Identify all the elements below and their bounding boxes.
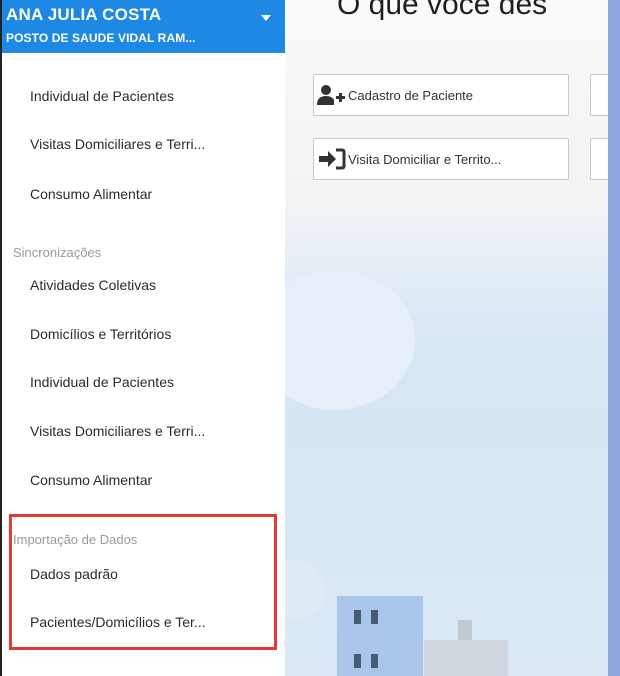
window [354, 610, 361, 624]
cloud-illustration-small [285, 560, 325, 620]
window [354, 654, 361, 668]
sidebar-item-consumo-alimentar[interactable]: Consumo Alimentar [30, 186, 152, 202]
building-illustration-low [424, 640, 508, 676]
sidebar-item-visitas-domiciliares[interactable]: Visitas Domiciliares e Terri... [30, 136, 205, 152]
sync-item-domicilios-territorios[interactable]: Domicílios e Territórios [30, 326, 171, 342]
sync-item-atividades-coletivas[interactable]: Atividades Coletivas [30, 277, 156, 293]
cadastro-paciente-label: Cadastro de Paciente [348, 87, 474, 103]
cloud-illustration [285, 270, 415, 410]
cadastro-paciente-button[interactable]: Cadastro de Paciente [313, 74, 569, 116]
section-title-importacao: Importação de Dados [13, 532, 138, 547]
sync-item-individual-pacientes[interactable]: Individual de Pacientes [30, 374, 174, 390]
import-item-dados-padrao[interactable]: Dados padrão [30, 566, 118, 582]
health-unit-name: POSTO DE SAUDE VIDAL RAM... [6, 31, 196, 45]
scrollbar-edge[interactable] [608, 0, 620, 676]
action-button-partial-1[interactable] [590, 74, 608, 116]
sidebar-item-individual-pacientes[interactable]: Individual de Pacientes [30, 88, 174, 104]
building-illustration [337, 596, 423, 676]
sign-in-icon [314, 148, 348, 170]
page-title: O que você des [337, 0, 548, 21]
visita-domiciliar-label: Visita Domiciliar e Territo... [348, 151, 502, 167]
window [371, 610, 378, 624]
user-name: ANA JULIA COSTA [6, 5, 162, 24]
action-button-partial-2[interactable] [590, 138, 608, 180]
building-illustration-small [458, 620, 472, 640]
section-title-sincronizacoes: Sincronizações [13, 245, 102, 260]
sync-item-consumo-alimentar[interactable]: Consumo Alimentar [30, 472, 152, 488]
main-content: O que você des Cadastro de Paciente Visi… [285, 0, 608, 676]
window [371, 654, 378, 668]
caret-down-icon[interactable] [261, 15, 271, 21]
sync-item-visitas-domiciliares[interactable]: Visitas Domiciliares e Terri... [30, 423, 205, 439]
import-item-pacientes-domicilios[interactable]: Pacientes/Domicílios e Ter... [30, 614, 206, 630]
user-header[interactable]: ANA JULIA COSTA POSTO DE SAUDE VIDAL RAM… [2, 0, 285, 53]
visita-domiciliar-button[interactable]: Visita Domiciliar e Territo... [313, 138, 569, 180]
sidebar: ANA JULIA COSTA POSTO DE SAUDE VIDAL RAM… [0, 0, 285, 676]
add-user-icon [314, 84, 348, 106]
